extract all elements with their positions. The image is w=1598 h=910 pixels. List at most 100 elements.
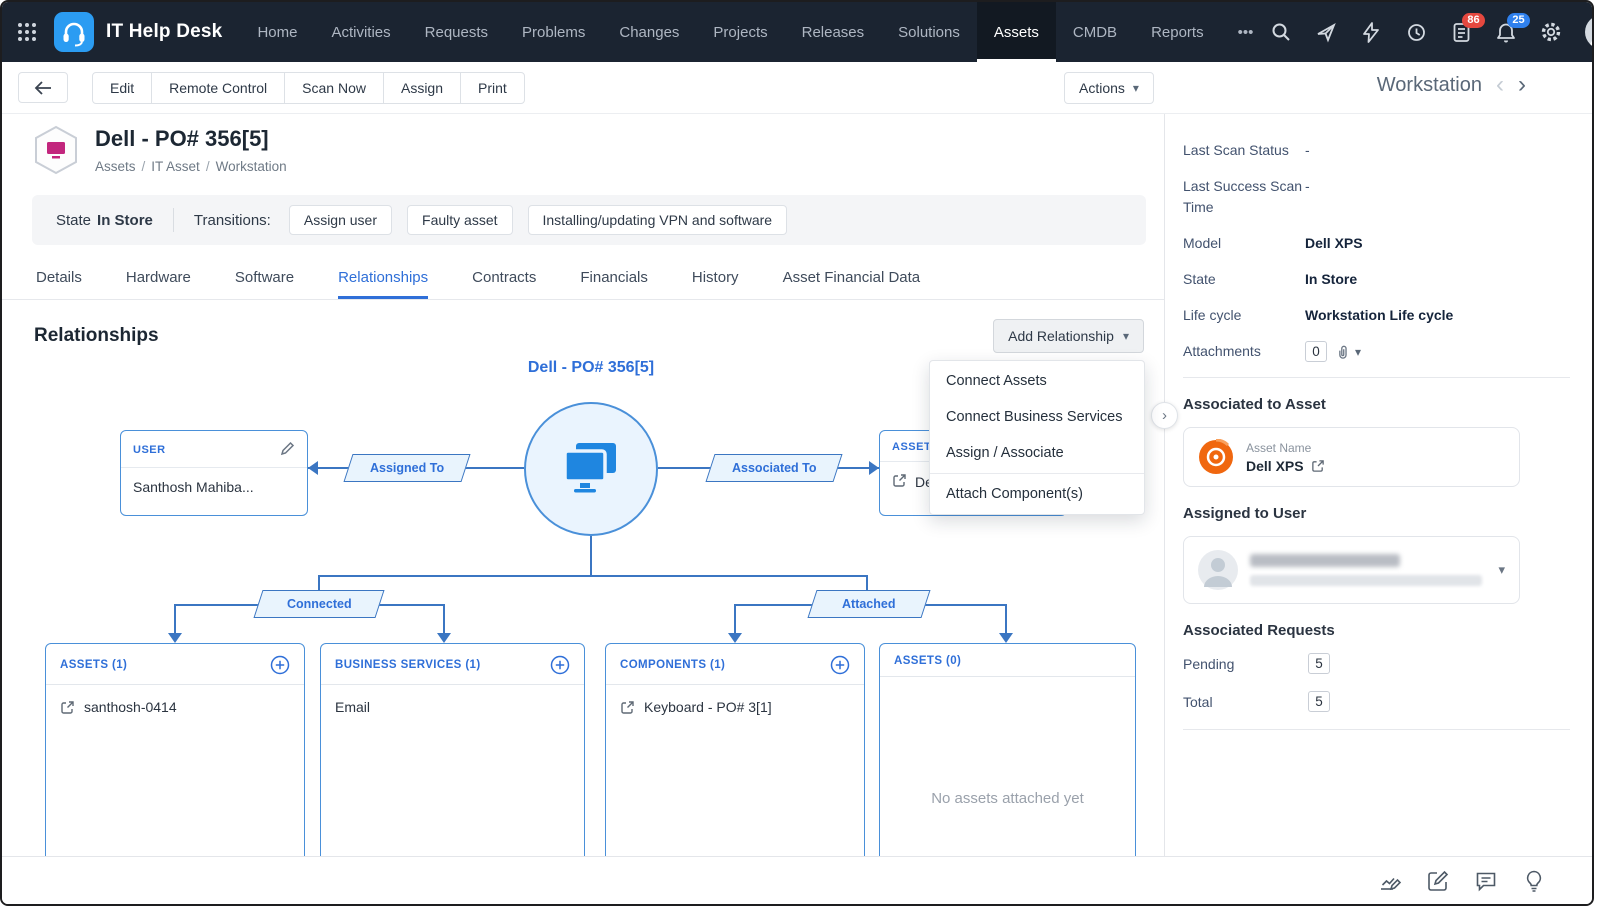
tab-hardware[interactable]: Hardware bbox=[126, 255, 191, 299]
breadcrumb-workstation[interactable]: Workstation bbox=[216, 159, 287, 174]
tab-relationships[interactable]: Relationships bbox=[338, 255, 428, 299]
next-asset-icon[interactable]: › bbox=[1518, 73, 1526, 97]
user-avatar-placeholder bbox=[1198, 550, 1238, 590]
nav-item-activities[interactable]: Activities bbox=[314, 2, 407, 62]
worklog-chart-icon[interactable] bbox=[1378, 869, 1402, 893]
history-icon[interactable] bbox=[1405, 21, 1427, 43]
app-logo[interactable] bbox=[54, 12, 94, 52]
external-link-icon bbox=[620, 700, 635, 715]
nav-item-requests[interactable]: Requests bbox=[408, 2, 505, 62]
transition-installing-vpn-button[interactable]: Installing/updating VPN and software bbox=[528, 205, 788, 235]
edit-button[interactable]: Edit bbox=[92, 72, 152, 104]
back-button[interactable] bbox=[18, 72, 68, 103]
notifications-badge: 25 bbox=[1507, 13, 1529, 28]
tasks-icon[interactable]: 86 bbox=[1450, 21, 1472, 43]
announcement-icon[interactable] bbox=[1315, 21, 1337, 43]
edge-label-associated-to: Associated To bbox=[705, 454, 842, 482]
module-label: Workstation bbox=[1377, 74, 1482, 97]
quick-actions-icon[interactable] bbox=[1360, 21, 1382, 43]
asset-type-hexagon-icon bbox=[32, 124, 80, 181]
field-last-success-scan-time: Last Success Scan Time - bbox=[1183, 176, 1570, 218]
scan-now-button[interactable]: Scan Now bbox=[284, 72, 384, 104]
nav-item-reports[interactable]: Reports bbox=[1134, 2, 1221, 62]
nav-item-problems[interactable]: Problems bbox=[505, 2, 602, 62]
redacted-user-name bbox=[1250, 554, 1400, 567]
assigned-user-name[interactable]: Santhosh Mahiba... bbox=[133, 479, 254, 495]
add-plus-icon[interactable] bbox=[270, 655, 290, 675]
add-relationship-button[interactable]: Add Relationship ▾ bbox=[993, 319, 1144, 353]
group-item-link[interactable]: santhosh-0414 bbox=[46, 685, 304, 715]
prev-asset-icon[interactable]: ‹ bbox=[1496, 73, 1504, 97]
total-requests-row: Total 5 bbox=[1183, 691, 1570, 712]
actions-dropdown-button[interactable]: Actions ▾ bbox=[1064, 72, 1154, 104]
user-node: USER Santhosh Mahiba... bbox=[120, 430, 308, 516]
field-last-scan-status: Last Scan Status - bbox=[1183, 140, 1570, 161]
state-bar: State In Store Transitions: Assign user … bbox=[32, 195, 1146, 245]
menu-item-assign-associate[interactable]: Assign / Associate bbox=[930, 435, 1144, 471]
comments-icon[interactable] bbox=[1474, 869, 1498, 893]
field-state: State In Store bbox=[1183, 269, 1570, 290]
nav-item-solutions[interactable]: Solutions bbox=[881, 2, 977, 62]
group-title: ASSETS (1) bbox=[60, 659, 127, 671]
settings-gear-icon[interactable] bbox=[1540, 21, 1562, 43]
nav-item-more[interactable]: ••• bbox=[1221, 2, 1271, 62]
attachments-control[interactable]: ▾ bbox=[1335, 343, 1361, 360]
bottom-action-bar bbox=[2, 856, 1592, 904]
asset-hub-node[interactable] bbox=[524, 402, 658, 536]
menu-item-attach-components[interactable]: Attach Component(s) bbox=[930, 476, 1144, 512]
print-button[interactable]: Print bbox=[460, 72, 525, 104]
total-count-badge[interactable]: 5 bbox=[1308, 691, 1330, 712]
notes-edit-icon[interactable] bbox=[1426, 869, 1450, 893]
toolbar-button-group: Edit Remote Control Scan Now Assign Prin… bbox=[92, 72, 525, 104]
assign-button[interactable]: Assign bbox=[383, 72, 461, 104]
tab-contracts[interactable]: Contracts bbox=[472, 255, 536, 299]
arrowhead bbox=[999, 633, 1013, 643]
add-plus-icon[interactable] bbox=[830, 655, 850, 675]
pending-count-badge[interactable]: 5 bbox=[1308, 653, 1330, 674]
group-item[interactable]: Email bbox=[321, 685, 584, 715]
nav-item-assets[interactable]: Assets bbox=[977, 2, 1056, 62]
lightbulb-icon[interactable] bbox=[1522, 869, 1546, 893]
menu-divider bbox=[930, 473, 1144, 474]
external-link-icon[interactable] bbox=[892, 473, 907, 491]
breadcrumb-assets[interactable]: Assets bbox=[95, 159, 136, 174]
search-icon[interactable] bbox=[1270, 21, 1292, 43]
user-avatar[interactable] bbox=[1585, 15, 1594, 49]
menu-item-connect-business-services[interactable]: Connect Business Services bbox=[930, 399, 1144, 435]
empty-state-text: No assets attached yet bbox=[880, 790, 1135, 807]
state-label: State bbox=[56, 212, 91, 229]
menu-item-connect-assets[interactable]: Connect Assets bbox=[930, 363, 1144, 399]
associated-asset-name-link[interactable]: Dell XPS bbox=[1246, 458, 1304, 474]
nav-item-home[interactable]: Home bbox=[240, 2, 314, 62]
tab-asset-financial-data[interactable]: Asset Financial Data bbox=[783, 255, 921, 299]
edge-label-connected: Connected bbox=[253, 590, 384, 618]
nav-item-releases[interactable]: Releases bbox=[785, 2, 882, 62]
sidebar-collapse-button[interactable]: › bbox=[1151, 402, 1178, 429]
breadcrumb-it-asset[interactable]: IT Asset bbox=[151, 159, 200, 174]
tab-software[interactable]: Software bbox=[235, 255, 294, 299]
group-title: COMPONENTS (1) bbox=[620, 659, 725, 671]
add-relationship-menu: Connect Assets Connect Business Services… bbox=[929, 360, 1145, 515]
main-nav: Home Activities Requests Problems Change… bbox=[240, 2, 1270, 62]
remote-control-button[interactable]: Remote Control bbox=[151, 72, 285, 104]
notifications-bell-icon[interactable]: 25 bbox=[1495, 21, 1517, 43]
asset-name-label: Asset Name bbox=[1246, 441, 1325, 455]
group-item-link[interactable]: Keyboard - PO# 3[1] bbox=[606, 685, 864, 715]
nav-item-cmdb[interactable]: CMDB bbox=[1056, 2, 1134, 62]
tab-financials[interactable]: Financials bbox=[580, 255, 648, 299]
chevron-down-icon: ▾ bbox=[1123, 330, 1129, 342]
tab-details[interactable]: Details bbox=[36, 255, 82, 299]
transition-faulty-asset-button[interactable]: Faulty asset bbox=[407, 205, 512, 235]
app-switcher-icon[interactable] bbox=[16, 21, 38, 43]
edit-pencil-icon[interactable] bbox=[280, 441, 295, 459]
tab-history[interactable]: History bbox=[692, 255, 739, 299]
chevron-down-icon[interactable]: ▾ bbox=[1498, 562, 1505, 578]
assigned-to-user-heading: Assigned to User bbox=[1183, 505, 1570, 522]
nav-item-projects[interactable]: Projects bbox=[696, 2, 784, 62]
nav-item-changes[interactable]: Changes bbox=[602, 2, 696, 62]
arrowhead bbox=[728, 633, 742, 643]
root-asset-link[interactable]: Dell - PO# 356[5] bbox=[441, 359, 741, 377]
transition-assign-user-button[interactable]: Assign user bbox=[289, 205, 392, 235]
add-plus-icon[interactable] bbox=[550, 655, 570, 675]
external-link-icon[interactable] bbox=[1311, 459, 1325, 473]
